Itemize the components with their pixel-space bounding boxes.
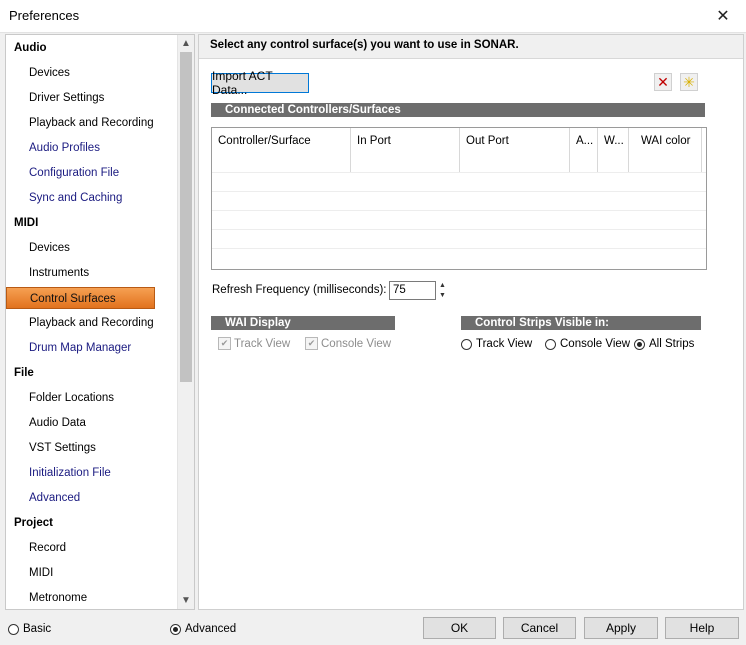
radio-icon: [545, 338, 556, 350]
ok-button[interactable]: OK: [423, 617, 496, 639]
scroll-thumb[interactable]: [180, 52, 192, 382]
control-strips-title: Control Strips Visible in:: [475, 317, 609, 329]
tree-item-audio-data[interactable]: Audio Data: [6, 412, 178, 434]
scroll-down-icon[interactable]: ▼: [178, 592, 194, 609]
scroll-up-icon[interactable]: ▲: [178, 35, 194, 52]
refresh-spinner[interactable]: ▲ ▼: [439, 281, 446, 300]
tree-item-midi[interactable]: MIDI: [6, 562, 178, 584]
tree-item-drum-map-manager[interactable]: Drum Map Manager: [6, 337, 178, 359]
preferences-tree: Audio Devices Driver Settings Playback and …: [5, 34, 195, 610]
strips-console-view-label: Console View: [560, 338, 631, 350]
strips-track-view-label: Track View: [476, 338, 533, 350]
radio-selected-icon: [634, 338, 645, 350]
control-surfaces-panel: Select any control surface(s) you want t…: [198, 34, 744, 610]
grid-col-out-port[interactable]: Out Port: [460, 128, 570, 172]
tree-item-record[interactable]: Record: [6, 537, 178, 559]
tree-item-vst-settings[interactable]: VST Settings: [6, 437, 178, 459]
tree-item-playback-and-recording[interactable]: Playback and Recording: [6, 112, 178, 134]
tree-item-driver-settings[interactable]: Driver Settings: [6, 87, 178, 109]
add-icon[interactable]: ✳: [680, 73, 698, 91]
apply-button[interactable]: Apply: [584, 617, 658, 639]
spin-up-icon[interactable]: ▲: [439, 281, 446, 290]
mode-advanced-radio[interactable]: Advanced: [170, 623, 236, 635]
radio-selected-icon: [170, 623, 181, 635]
grid-col-in-port[interactable]: In Port: [351, 128, 460, 172]
control-strips-bar: Control Strips Visible in:: [461, 316, 701, 330]
cancel-button[interactable]: Cancel: [503, 617, 576, 639]
tree-scrollbar[interactable]: ▲ ▼: [177, 35, 194, 609]
title-bar: Preferences ✕: [0, 0, 746, 33]
grid-row[interactable]: [212, 191, 706, 211]
tree-item-devices[interactable]: Devices: [6, 237, 178, 259]
tree-item-devices[interactable]: Devices: [6, 62, 178, 84]
grid-row[interactable]: [212, 172, 706, 192]
connected-section-bar: Connected Controllers/Surfaces: [211, 103, 705, 117]
panel-header: Select any control surface(s) you want t…: [199, 35, 743, 59]
grid-col-controller[interactable]: Controller/Surface: [212, 128, 351, 172]
refresh-frequency-label: Refresh Frequency (milliseconds):: [212, 284, 387, 296]
help-button[interactable]: Help: [665, 617, 739, 639]
wai-console-view-checkbox[interactable]: ✔ Console View: [305, 337, 391, 350]
tree-item-control-surfaces[interactable]: Control Surfaces: [6, 287, 155, 309]
grid-row[interactable]: [212, 229, 706, 249]
strips-console-view-radio[interactable]: Console View: [545, 338, 630, 350]
grid-row[interactable]: [212, 210, 706, 230]
mode-basic-label: Basic: [23, 623, 52, 635]
tree-item-initialization-file[interactable]: Initialization File: [6, 462, 178, 484]
dialog-footer: Basic Advanced OK Cancel Apply Help: [0, 610, 746, 645]
radio-icon: [461, 338, 472, 350]
grid-col-w[interactable]: W...: [598, 128, 629, 172]
tree-item-advanced[interactable]: Advanced: [6, 487, 178, 509]
grid-col-wai-color[interactable]: WAI color: [629, 128, 702, 172]
import-act-data-button[interactable]: Import ACT Data...: [211, 69, 309, 97]
mode-advanced-label: Advanced: [185, 623, 237, 635]
grid-row[interactable]: [212, 248, 706, 268]
tree-item-audio-profiles[interactable]: Audio Profiles: [6, 137, 178, 159]
tree-item-configuration-file[interactable]: Configuration File: [6, 162, 178, 184]
grid-col-a[interactable]: A...: [570, 128, 598, 172]
connected-title: Connected Controllers/Surfaces: [225, 104, 401, 116]
tree-item-sync-and-caching[interactable]: Sync and Caching: [6, 187, 178, 209]
window-title: Preferences: [9, 8, 80, 23]
tree-category-file[interactable]: File: [6, 362, 178, 384]
wai-display-title: WAI Display: [225, 317, 291, 329]
wai-track-view-checkbox[interactable]: ✔ Track View: [218, 337, 290, 350]
checkbox-check-icon: ✔: [218, 337, 231, 350]
checkbox-check-icon: ✔: [305, 337, 318, 350]
tree-item-playback-and-recording[interactable]: Playback and Recording: [6, 312, 178, 334]
tree-item-metronome[interactable]: Metronome: [6, 587, 178, 609]
tree-category-project[interactable]: Project: [6, 512, 178, 534]
refresh-frequency-input[interactable]: 75: [389, 281, 436, 300]
spin-down-icon[interactable]: ▼: [439, 291, 446, 300]
radio-icon: [8, 623, 19, 635]
controllers-grid[interactable]: Controller/Surface In Port Out Port A...…: [211, 127, 707, 270]
mode-basic-radio[interactable]: Basic: [8, 623, 51, 635]
wai-track-view-label: Track View: [234, 337, 291, 350]
delete-icon[interactable]: ✕: [654, 73, 672, 91]
tree-category-midi[interactable]: MIDI: [6, 212, 178, 234]
tree-item-instruments[interactable]: Instruments: [6, 262, 178, 284]
close-icon[interactable]: ✕: [700, 0, 746, 32]
strips-track-view-radio[interactable]: Track View: [461, 338, 532, 350]
strips-all-strips-radio[interactable]: All Strips: [634, 338, 694, 350]
wai-display-bar: WAI Display: [211, 316, 395, 330]
tree-item-folder-locations[interactable]: Folder Locations: [6, 387, 178, 409]
strips-all-strips-label: All Strips: [649, 338, 695, 350]
panel-header-text: Select any control surface(s) you want t…: [210, 39, 519, 51]
wai-console-view-label: Console View: [321, 337, 392, 350]
tree-category-audio[interactable]: Audio: [6, 37, 178, 59]
